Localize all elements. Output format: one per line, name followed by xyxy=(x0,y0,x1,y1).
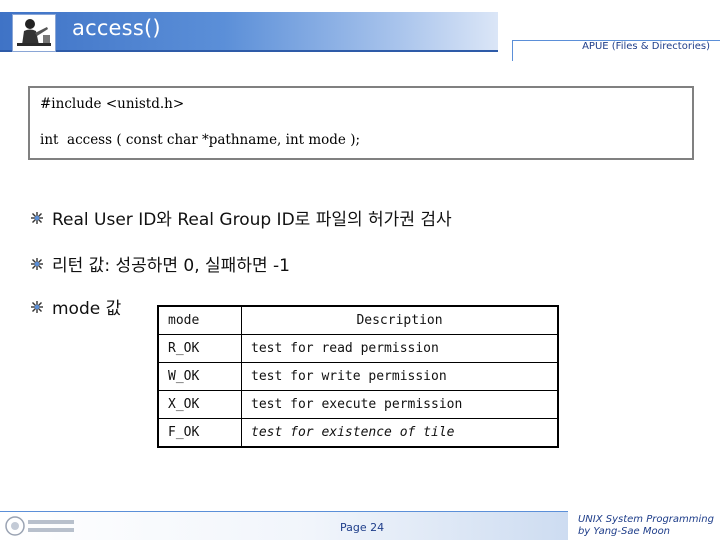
university-seal-icon xyxy=(4,515,78,537)
course-credit: UNIX System Programming by Yang-Sae Moon xyxy=(578,514,714,538)
table-cell-mode: W_OK xyxy=(157,362,242,391)
slide-title: access() xyxy=(72,16,161,40)
table-cell-description: test for write permission xyxy=(241,362,559,391)
page-number: Page 24 xyxy=(340,521,385,534)
course-credit-line-2: by Yang-Sae Moon xyxy=(577,526,671,537)
bullet-text: 리턴 값: 성공하면 0, 실패하면 -1 xyxy=(52,256,290,276)
table-cell-mode: R_OK xyxy=(157,334,242,363)
table-header-mode: mode xyxy=(157,305,242,335)
table-cell-mode: X_OK xyxy=(157,390,242,419)
table-header-row: mode Description xyxy=(157,305,559,335)
bullet-item: 리턴 값: 성공하면 0, 실패하면 -1 xyxy=(30,251,290,276)
mode-table: mode Description R_OK test for read perm… xyxy=(157,305,559,448)
course-credit-line-1: UNIX System Programming xyxy=(577,514,714,525)
starburst-bullet-icon xyxy=(31,211,43,224)
teacher-at-desk-icon xyxy=(12,14,56,52)
starburst-bullet-icon xyxy=(31,257,43,270)
bullet-item: Real User ID와 Real Group ID로 파일의 허가권 검사 xyxy=(30,205,452,230)
table-row: X_OK test for execute permission xyxy=(157,390,559,419)
code-box: #include <unistd.h> int access ( const c… xyxy=(28,86,694,160)
table-cell-description: test for execute permission xyxy=(241,390,559,419)
table-header-description: Description xyxy=(241,305,559,335)
course-section-label: APUE (Files & Directories) xyxy=(582,41,710,52)
table-row: F_OK test for existence of tile xyxy=(157,418,559,448)
code-prototype-line: int access ( const char *pathname, int m… xyxy=(40,132,361,148)
table-cell-description: test for existence of tile xyxy=(241,418,559,448)
title-accent-line xyxy=(0,50,498,52)
code-include-line: #include <unistd.h> xyxy=(40,96,185,112)
table-cell-mode: F_OK xyxy=(157,418,242,448)
bullet-text: Real User ID와 Real Group ID로 파일의 허가권 검사 xyxy=(52,210,452,230)
table-row: R_OK test for read permission xyxy=(157,334,559,363)
table-row: W_OK test for write permission xyxy=(157,362,559,391)
bullet-text: mode 값 xyxy=(52,299,122,319)
footer-band xyxy=(0,512,568,540)
table-cell-description: test for read permission xyxy=(241,334,559,363)
bullet-item: mode 값 xyxy=(30,294,121,319)
starburst-bullet-icon xyxy=(31,300,43,313)
